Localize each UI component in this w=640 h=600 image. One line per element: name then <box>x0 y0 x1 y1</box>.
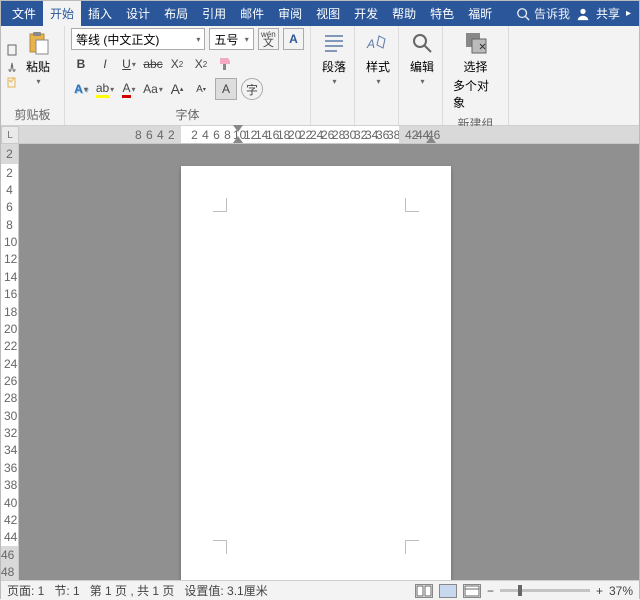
margin-corner <box>213 198 227 212</box>
bold-button[interactable]: B <box>71 54 91 74</box>
first-line-indent[interactable] <box>233 125 243 132</box>
text-effects-button[interactable]: A▾ <box>71 79 91 99</box>
tab-布局[interactable]: 布局 <box>157 1 195 26</box>
cut-copy-icons[interactable] <box>7 43 17 89</box>
tab-特色[interactable]: 特色 <box>423 1 461 26</box>
tab-设计[interactable]: 设计 <box>119 1 157 26</box>
tab-文件[interactable]: 文件 <box>5 1 43 26</box>
zoom-in-button[interactable]: + <box>596 584 603 598</box>
print-layout-button[interactable] <box>439 584 457 598</box>
status-pages[interactable]: 第 1 页 , 共 1 页 <box>90 582 175 599</box>
shrink-font-button[interactable]: A▾ <box>191 79 211 99</box>
editing-button[interactable]: 编辑▾ <box>405 28 439 107</box>
right-indent[interactable] <box>426 136 436 143</box>
chevron-down-icon: ▾ <box>36 77 40 86</box>
highlight-button[interactable]: ab▾ <box>95 79 115 99</box>
margin-corner <box>405 540 419 554</box>
web-layout-button[interactable] <box>463 584 481 598</box>
font-name-select[interactable]: 等线 (中文正文)▾ <box>71 28 205 50</box>
margin-corner <box>213 540 227 554</box>
ribbon-expand-icon[interactable]: ▸ <box>626 8 631 19</box>
vertical-ruler[interactable]: 2 24681012141618202224262830323436384042… <box>1 144 19 580</box>
tab-插入[interactable]: 插入 <box>81 1 119 26</box>
italic-button[interactable]: I <box>95 54 115 74</box>
tab-开发[interactable]: 开发 <box>347 1 385 26</box>
svg-text:A: A <box>366 37 375 51</box>
tab-帮助[interactable]: 帮助 <box>385 1 423 26</box>
paste-button[interactable]: 粘贴 ▾ <box>21 28 55 104</box>
group-label-clipboard: 剪贴板 <box>7 104 58 125</box>
share-button[interactable]: 共享 <box>596 5 620 22</box>
tab-邮件[interactable]: 邮件 <box>233 1 271 26</box>
status-page[interactable]: 页面: 1 <box>7 582 44 599</box>
strike-button[interactable]: abc <box>143 54 163 74</box>
format-painter-button[interactable] <box>215 54 235 74</box>
char-shading-button[interactable]: A <box>215 78 237 100</box>
horizontal-ruler[interactable]: L 8642 246810121416182022242628303234363… <box>19 126 639 144</box>
tab-审阅[interactable]: 审阅 <box>271 1 309 26</box>
tab-福昕[interactable]: 福昕 <box>461 1 499 26</box>
tab-selector[interactable]: L <box>1 126 19 144</box>
tab-引用[interactable]: 引用 <box>195 1 233 26</box>
search-placeholder: 告诉我 <box>534 5 570 22</box>
tab-视图[interactable]: 视图 <box>309 1 347 26</box>
group-label-font: 字体 <box>71 104 304 125</box>
zoom-level[interactable]: 37% <box>609 584 633 598</box>
status-setting[interactable]: 设置值: 3.1厘米 <box>184 582 267 599</box>
hanging-indent[interactable] <box>233 136 243 143</box>
select-multiple-button[interactable]: 选择 多个对象 <box>449 28 502 113</box>
tell-me-search[interactable]: 告诉我 <box>516 5 570 22</box>
paragraph-button[interactable]: 段落▾ <box>317 28 351 107</box>
ribbon: 粘贴 ▾ 剪贴板 等线 (中文正文)▾ 五号▾ wén文 A B I U▾ ab… <box>1 26 639 126</box>
change-case-button[interactable]: Aa▾ <box>143 79 163 99</box>
zoom-out-button[interactable]: − <box>487 584 494 598</box>
phonetic-guide-button[interactable]: wén文 <box>258 28 279 50</box>
styles-button[interactable]: A 样式▾ <box>361 28 395 107</box>
read-mode-button[interactable] <box>415 584 433 598</box>
page[interactable] <box>181 166 451 580</box>
tab-开始[interactable]: 开始 <box>43 1 81 26</box>
status-section[interactable]: 节: 1 <box>54 582 79 599</box>
underline-button[interactable]: U▾ <box>119 54 139 74</box>
document-area[interactable]: 2 24681012141618202224262830323436384042… <box>1 144 639 580</box>
zoom-slider[interactable] <box>500 589 590 592</box>
grow-font-button[interactable]: A▴ <box>167 79 187 99</box>
subscript-button[interactable]: X2 <box>167 54 187 74</box>
tab-bar: 文件开始插入设计布局引用邮件审阅视图开发帮助特色福昕 告诉我 共享 ▸ <box>1 1 639 26</box>
font-size-select[interactable]: 五号▾ <box>209 28 253 50</box>
user-icon <box>576 7 590 21</box>
char-border-button[interactable]: A <box>283 28 304 50</box>
superscript-button[interactable]: X2 <box>191 54 211 74</box>
status-bar: 页面: 1 节: 1 第 1 页 , 共 1 页 设置值: 3.1厘米 − + … <box>1 580 639 600</box>
font-color-button[interactable]: A▾ <box>119 79 139 99</box>
enclose-char-button[interactable]: 字 <box>241 78 263 100</box>
margin-corner <box>405 198 419 212</box>
